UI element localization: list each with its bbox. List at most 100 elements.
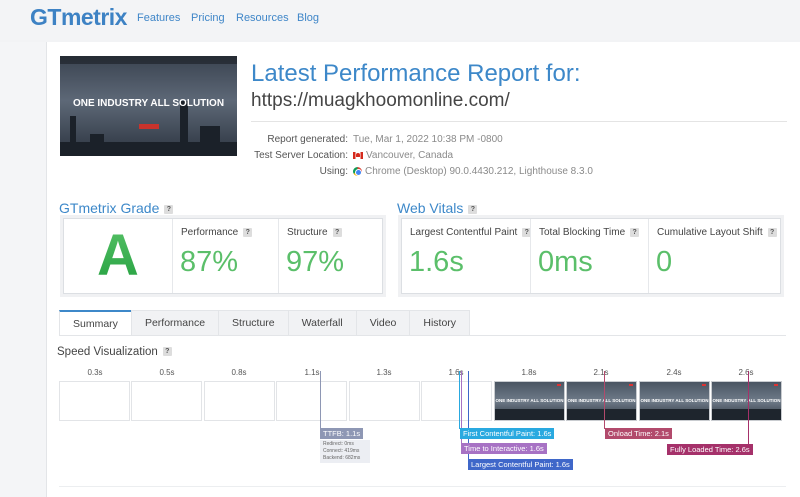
filmstrip-frame[interactable] [131, 381, 202, 421]
screenshot-header [60, 56, 237, 64]
lcp-cell: Largest Contentful Paint? 1.6s [402, 219, 532, 293]
cls-heading: Cumulative Layout Shift? [657, 227, 777, 238]
ttfb-line [320, 371, 321, 429]
fcp-marker: First Contentful Paint: 1.6s [460, 428, 555, 439]
filmstrip-frame-screenshot[interactable]: ONE INDUSTRY ALL SOLUTION [711, 381, 782, 421]
onload-line [604, 371, 605, 429]
frame-caption: ONE INDUSTRY ALL SOLUTION [567, 398, 636, 403]
tbt-label: Total Blocking Time [539, 227, 626, 238]
filmstrip-frame[interactable] [421, 381, 492, 421]
divider [251, 121, 787, 122]
frame-caption: ONE INDUSTRY ALL SOLUTION [640, 398, 709, 403]
screenshot-button [139, 124, 159, 129]
nav-resources[interactable]: Resources [236, 12, 289, 24]
connect-time: Connect: 419ms [323, 448, 360, 454]
screenshot-headline: ONE INDUSTRY ALL SOLUTION [72, 98, 225, 109]
grade-letter: A [64, 219, 172, 293]
fully-loaded-marker: Fully Loaded Time: 2.6s [667, 444, 753, 455]
report-tabs: Summary Performance Structure Waterfall … [59, 310, 471, 336]
time-tick: 2.6s [738, 368, 754, 377]
lcp-heading: Largest Contentful Paint? [410, 227, 532, 238]
tti-marker: Time to Interactive: 1.6s [461, 443, 547, 454]
using-text: Chrome (Desktop) 90.0.4430.212, Lighthou… [365, 166, 593, 177]
help-icon[interactable]: ? [243, 227, 253, 237]
grade-title: GTmetrix Grade [59, 200, 160, 216]
filmstrip-frame[interactable] [276, 381, 347, 421]
ttfb-marker: TTFB: 1.1s [320, 428, 364, 439]
chrome-icon [353, 167, 362, 176]
cls-value: 0 [656, 246, 673, 278]
frame-ground [712, 409, 781, 420]
tbt-cell: Total Blocking Time? 0ms [530, 219, 648, 293]
filmstrip-frame[interactable] [204, 381, 275, 421]
help-icon[interactable]: ? [630, 227, 640, 237]
structure-heading: Structure? [287, 227, 342, 238]
vitals-title: Web Vitals [397, 200, 464, 216]
server-location-value: Vancouver, Canada [353, 150, 453, 161]
tab-waterfall[interactable]: Waterfall [287, 310, 357, 336]
site-screenshot[interactable]: ONE INDUSTRY ALL SOLUTION [60, 56, 237, 156]
time-tick: 1.1s [304, 368, 320, 377]
web-vitals-heading: Web Vitals? [397, 200, 478, 216]
performance-cell: Performance? 87% [172, 219, 278, 293]
gtmetrix-grade-heading: GTmetrix Grade? [59, 200, 174, 216]
frame-ground [640, 409, 709, 420]
frame-detail [702, 384, 706, 386]
help-icon[interactable]: ? [767, 227, 777, 237]
nav-blog[interactable]: Blog [297, 12, 319, 24]
time-tick: 0.8s [231, 368, 247, 377]
grade-panel: A Performance? 87% Structure? 97% [63, 218, 383, 294]
canada-flag-icon [353, 152, 363, 159]
frame-detail [629, 384, 633, 386]
help-icon[interactable]: ? [164, 204, 174, 214]
gtmetrix-logo[interactable]: GTmetrix [30, 4, 127, 31]
tab-structure[interactable]: Structure [218, 310, 289, 336]
frame-detail [557, 384, 561, 386]
report-generated-text: Tue, Mar 1, 2022 10:38 PM -0800 [353, 134, 503, 145]
frame-caption: ONE INDUSTRY ALL SOLUTION [495, 398, 564, 403]
using-value: Chrome (Desktop) 90.0.4430.212, Lighthou… [353, 166, 593, 177]
filmstrip-frame[interactable] [59, 381, 130, 421]
help-icon[interactable]: ? [468, 204, 478, 214]
onload-marker: Onload Time: 2.1s [605, 428, 672, 439]
report-card: ONE INDUSTRY ALL SOLUTION Latest Perform… [46, 42, 800, 497]
structure-label: Structure [287, 227, 328, 238]
time-tick: 1.6s [448, 368, 464, 377]
help-icon[interactable]: ? [162, 347, 172, 357]
performance-label: Performance [181, 227, 239, 238]
nav-features[interactable]: Features [137, 12, 180, 24]
time-tick: 2.4s [666, 368, 682, 377]
ttfb-breakdown: Redirect: 0ms Connect: 419ms Backend: 68… [320, 440, 370, 463]
report-generated-label: Report generated: [267, 134, 348, 145]
filmstrip-frame[interactable] [349, 381, 420, 421]
tbt-value: 0ms [538, 246, 593, 278]
frame-ground [495, 409, 564, 420]
screenshot-ground [60, 142, 237, 156]
redirect-time: Redirect: 0ms [323, 441, 354, 447]
fcp-line [459, 371, 460, 429]
left-margin [0, 42, 46, 497]
fully-loaded-line [748, 371, 749, 444]
top-navigation: GTmetrix Features Pricing Resources Blog [0, 0, 800, 40]
frame-caption: ONE INDUSTRY ALL SOLUTION [712, 398, 781, 403]
tab-history[interactable]: History [409, 310, 471, 336]
report-title: Latest Performance Report for: [251, 60, 581, 87]
structure-value: 97% [286, 246, 345, 278]
time-tick: 1.8s [521, 368, 537, 377]
report-url[interactable]: https://muagkhoomonline.com/ [251, 90, 510, 112]
filmstrip-frame-screenshot[interactable]: ONE INDUSTRY ALL SOLUTION [566, 381, 637, 421]
performance-heading: Performance? [181, 227, 253, 238]
tab-video[interactable]: Video [355, 310, 411, 336]
cls-cell: Cumulative Layout Shift? 0 [648, 219, 780, 293]
structure-cell: Structure? 97% [278, 219, 382, 293]
frame-detail [774, 384, 778, 386]
tab-performance[interactable]: Performance [130, 310, 220, 336]
nav-pricing[interactable]: Pricing [191, 12, 225, 24]
tab-summary[interactable]: Summary [59, 310, 132, 336]
time-tick: 1.3s [376, 368, 392, 377]
help-icon[interactable]: ? [332, 227, 342, 237]
web-vitals-panel: Largest Contentful Paint? 1.6s Total Blo… [401, 218, 781, 294]
filmstrip-frame-screenshot[interactable]: ONE INDUSTRY ALL SOLUTION [494, 381, 565, 421]
filmstrip-frame-screenshot[interactable]: ONE INDUSTRY ALL SOLUTION [639, 381, 710, 421]
time-tick: 0.3s [87, 368, 103, 377]
